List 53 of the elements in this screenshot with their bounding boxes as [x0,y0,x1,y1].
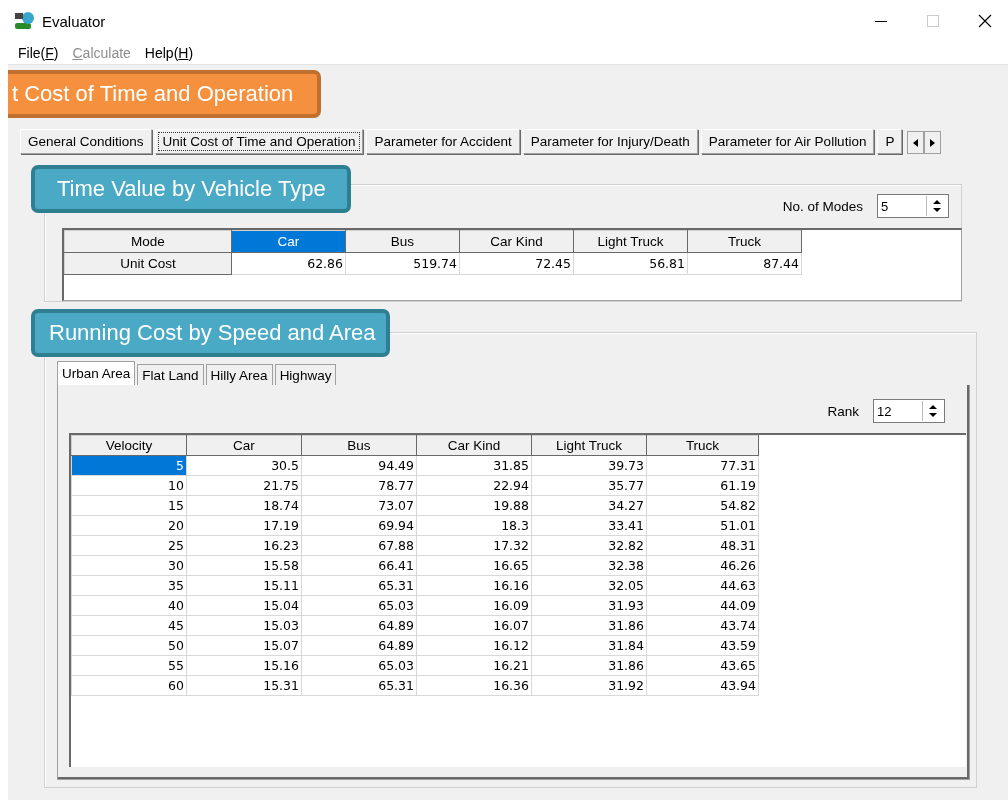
column-header[interactable]: Truck [646,435,759,456]
column-header[interactable]: Car Kind [459,230,574,253]
table-cell: 35 [71,575,187,596]
column-header[interactable]: Truck [687,230,802,253]
tab[interactable]: Parameter for Accident [366,129,520,154]
table-cell: 55 [71,655,187,676]
column-header[interactable]: Bus [301,435,417,456]
spin-field[interactable]: 12 [873,399,945,423]
spin-field[interactable]: 5 [877,194,949,218]
app-icon [14,11,36,32]
tab[interactable]: P [877,129,903,154]
tab[interactable]: General Conditions [20,129,152,154]
column-header[interactable]: Car [231,230,346,253]
column-header[interactable]: Bus [345,230,460,253]
column-header[interactable]: Light Truck [573,230,688,253]
tab[interactable]: Hilly Area [205,364,273,385]
field-label: No. of Modes [782,198,863,214]
table-cell: 45 [71,615,187,636]
menu-item[interactable]: File(F) [18,45,59,62]
maximize-icon [927,15,939,28]
column-header[interactable]: Car [186,435,302,456]
window-title: Evaluator [42,13,107,30]
minimize-icon [875,21,887,22]
column-header[interactable]: Car Kind [416,435,532,456]
column-header[interactable]: Velocity [71,435,187,456]
left-triangle-icon [913,138,919,147]
table-cell: 10 [71,475,187,496]
tab[interactable]: Urban Area [57,361,136,385]
table-cell: 60 [71,675,187,696]
tab[interactable]: Flat Land [137,364,204,385]
tab[interactable]: Parameter for Air Pollution [700,129,875,154]
table-cell: 30 [71,555,187,576]
table-cell: 25 [71,535,187,556]
table-cell: 15 [71,495,187,516]
row-header: Unit Cost [64,252,232,275]
row-header: Mode [64,230,232,253]
table-cell: 40 [71,595,187,616]
callout-label: Time Value by Vehicle Type [31,165,351,213]
table-cell: 20 [71,515,187,536]
close-icon [978,14,992,29]
callout-label: t Cost of Time and Operation [8,70,321,118]
right-triangle-icon [930,138,936,147]
tab[interactable]: Parameter for Injury/Death [522,129,698,154]
scroll-left-button[interactable] [907,131,925,154]
callout-label: Running Cost by Speed and Area [31,309,390,357]
table-cell: 50 [71,635,187,656]
field-label: Rank [827,403,859,419]
column-header[interactable]: Light Truck [531,435,647,456]
menu-item[interactable]: Help(H) [144,45,194,62]
tab[interactable]: Highway [274,364,337,385]
tab[interactable]: Unit Cost of Time and Operation [154,129,364,154]
table-cell: 5 [71,455,187,476]
scroll-right-button[interactable] [924,131,942,154]
